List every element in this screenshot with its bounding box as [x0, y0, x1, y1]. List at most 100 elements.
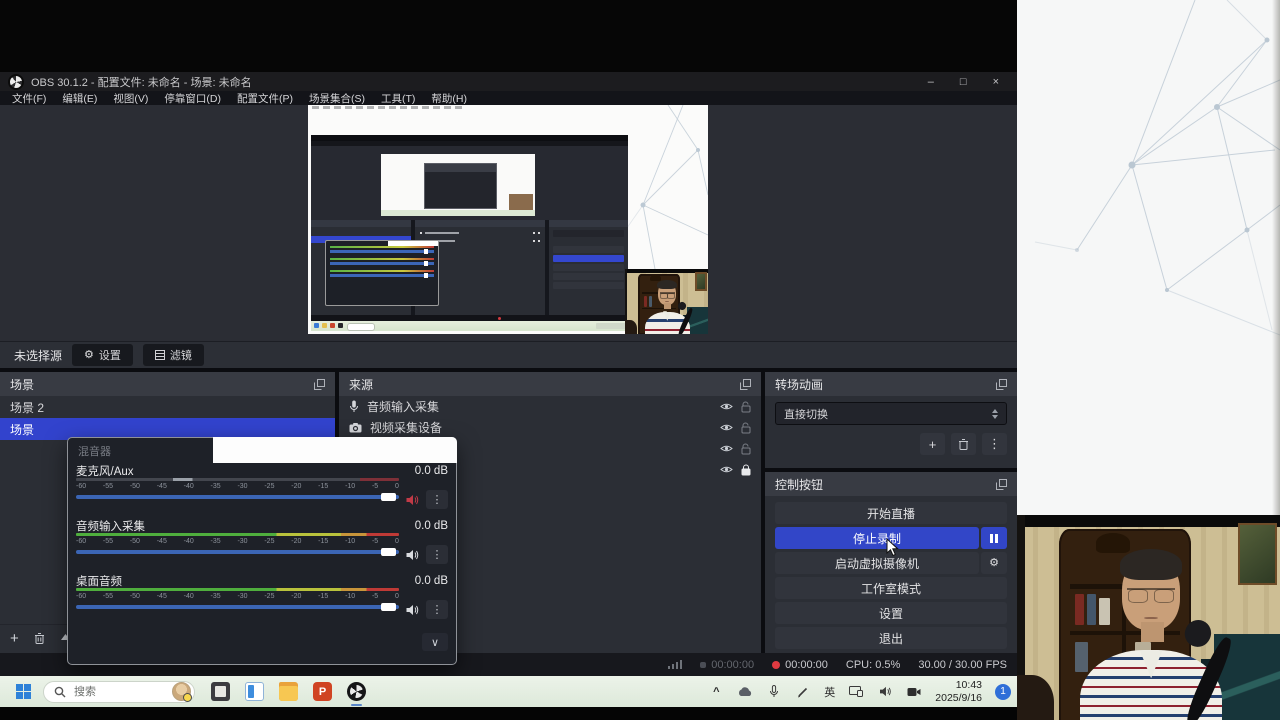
transition-selected-value: 直接切换 [784, 408, 828, 421]
cast-display-icon[interactable] [848, 684, 864, 700]
scene-item[interactable]: 场景 2 [0, 396, 335, 418]
sources-title: 来源 [349, 377, 374, 392]
photos-app-icon[interactable] [211, 682, 230, 701]
speaker-icon[interactable] [405, 604, 420, 616]
visibility-eye-icon[interactable] [720, 423, 733, 432]
volume-tray-icon[interactable] [877, 684, 893, 700]
popout-icon[interactable] [740, 378, 751, 390]
mixer-title: 混音器 [78, 446, 111, 458]
source-settings-button[interactable]: ⚙ 设置 [72, 344, 133, 366]
virtual-camera-settings-button[interactable]: ⚙ [981, 552, 1007, 574]
source-filters-label: 滤镜 [169, 350, 192, 362]
chevron-updown-icon [992, 408, 998, 419]
popout-icon[interactable] [996, 378, 1007, 390]
slider-handle[interactable] [381, 603, 396, 611]
source-filters-button[interactable]: 滤镜 [142, 344, 204, 366]
window-controls: – □ × [928, 76, 1009, 88]
scene-label: 场景 2 [10, 400, 45, 415]
settings-button[interactable]: 设置 [775, 602, 1007, 624]
remove-transition-button[interactable] [951, 433, 976, 455]
lock-open-icon[interactable] [741, 443, 751, 455]
menu-scene-collection[interactable]: 场景集合(S) [301, 91, 373, 106]
taskbar-clock[interactable]: 10:43 2025/9/16 [935, 679, 982, 704]
task-view-icon[interactable] [245, 682, 264, 701]
add-transition-button[interactable]: + [920, 433, 945, 455]
close-button[interactable]: × [993, 76, 999, 88]
transition-buttons: + ⋮ [775, 433, 1007, 455]
lock-open-icon[interactable] [741, 401, 751, 413]
channel-options-button[interactable]: ⋮ [426, 600, 448, 619]
menu-tools[interactable]: 工具(T) [373, 91, 423, 106]
channel-name: 麦克风/Aux [76, 465, 134, 478]
start-virtual-camera-button[interactable]: 启动虚拟摄像机 [775, 552, 979, 574]
notification-badge[interactable]: 1 [995, 683, 1011, 700]
nested-obs-window [311, 135, 628, 331]
channel-options-button[interactable]: ⋮ [426, 545, 448, 564]
popout-icon[interactable] [314, 378, 325, 390]
slider-handle[interactable] [381, 548, 396, 556]
person [1119, 548, 1183, 630]
visibility-eye-icon[interactable] [720, 402, 733, 411]
channel-db-value: 0.0 dB [414, 574, 448, 587]
obs-taskbar-icon[interactable] [347, 682, 366, 706]
menu-view[interactable]: 视图(V) [105, 91, 156, 106]
popout-icon[interactable] [996, 478, 1007, 490]
source-row[interactable]: 音频输入采集 [339, 396, 761, 417]
start-streaming-button[interactable]: 开始直播 [775, 502, 1007, 524]
scenes-title: 场景 [10, 377, 35, 392]
pause-recording-button[interactable] [981, 527, 1007, 549]
source-row[interactable]: 视频采集设备 [339, 417, 761, 438]
pen-tray-icon[interactable] [795, 684, 811, 700]
volume-slider[interactable] [76, 602, 399, 612]
visibility-eye-icon[interactable] [720, 465, 733, 474]
menu-edit[interactable]: 编辑(E) [54, 91, 105, 106]
transitions-title: 转场动画 [775, 377, 824, 392]
channel-options-button[interactable]: ⋮ [426, 490, 448, 509]
file-explorer-icon[interactable] [279, 682, 298, 701]
exit-button[interactable]: 退出 [775, 627, 1007, 649]
pause-icon [990, 533, 998, 543]
lock-open-icon[interactable] [741, 422, 751, 434]
nested-nested-webcam [508, 193, 534, 211]
speaker-icon[interactable] [405, 549, 420, 561]
add-scene-button[interactable]: + [10, 631, 19, 646]
taskbar-search[interactable] [43, 680, 195, 703]
search-highlight-avatar [172, 682, 192, 702]
remove-scene-button[interactable] [34, 632, 45, 644]
powerpoint-icon[interactable]: P [313, 682, 332, 701]
transition-select[interactable]: 直接切换 [775, 402, 1007, 425]
mixer-expand-button[interactable]: ∨ [422, 633, 448, 651]
onedrive-cloud-icon[interactable] [737, 684, 753, 700]
maximize-button[interactable]: □ [960, 76, 967, 88]
camera-icon [349, 422, 362, 432]
ime-indicator[interactable]: 英 [824, 684, 835, 700]
menu-file[interactable]: 文件(F) [4, 91, 54, 106]
gear-icon: ⚙ [989, 556, 999, 569]
meter-scale: -60 -55 -50 -45 -40 -35 -30 -25 -20 -15 -10 -5 0 [76, 482, 399, 490]
studio-mode-button[interactable]: 工作室模式 [775, 577, 1007, 599]
minimize-button[interactable]: – [928, 76, 934, 88]
menu-profile[interactable]: 配置文件(P) [229, 91, 301, 106]
speaker-muted-icon[interactable] [405, 494, 420, 506]
running-app-indicator [351, 703, 362, 706]
preview-canvas[interactable] [308, 105, 708, 334]
slider-handle[interactable] [381, 493, 396, 501]
visibility-eye-icon[interactable] [720, 444, 733, 453]
nested-webcam [625, 269, 708, 334]
mixer-titlebar[interactable]: 混音器 [68, 437, 457, 463]
microphone-tray-icon[interactable] [766, 684, 782, 700]
search-input[interactable] [72, 684, 154, 699]
lock-closed-icon[interactable] [741, 464, 751, 476]
tray-chevron-up-icon[interactable]: ^ [708, 684, 724, 700]
sources-dock-header: 来源 [339, 372, 761, 396]
volume-slider[interactable] [76, 547, 399, 557]
stop-recording-button[interactable]: 停止录制 [775, 527, 979, 549]
menu-docks[interactable]: 停靠窗口(D) [156, 91, 229, 106]
start-button[interactable] [16, 684, 31, 699]
transition-properties-button[interactable]: ⋮ [982, 433, 1007, 455]
audio-mixer-window[interactable]: 混音器 麦克风/Aux 0.0 dB -60 -55 -50 -45 -40 -35 -30… [67, 437, 457, 665]
volume-slider[interactable] [76, 492, 399, 502]
menu-help[interactable]: 帮助(H) [423, 91, 475, 106]
camera-tray-icon[interactable] [906, 684, 922, 700]
nested-preview [311, 146, 628, 220]
